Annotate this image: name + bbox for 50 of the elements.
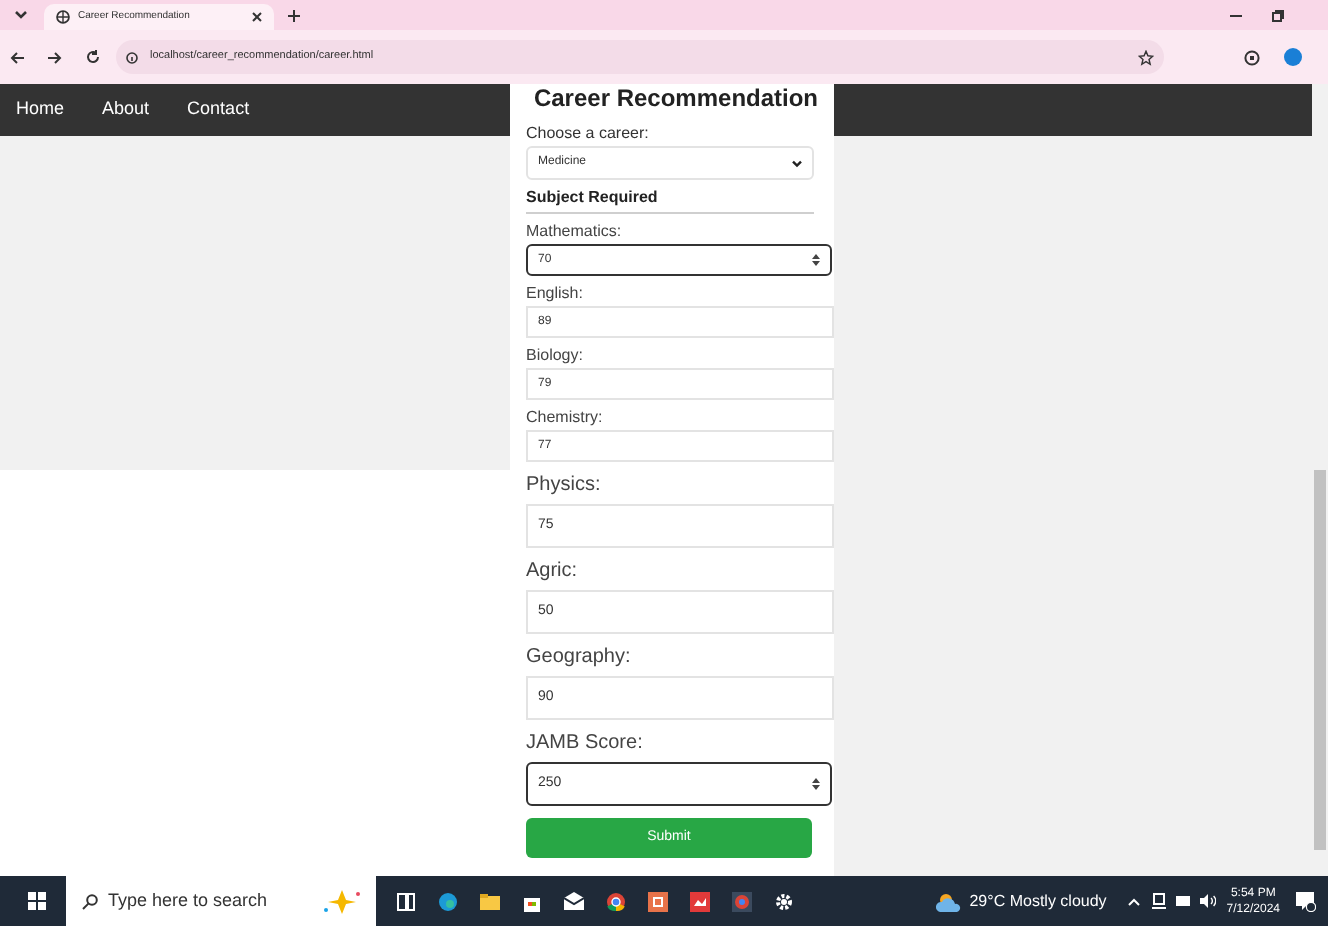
- mail-icon[interactable]: [564, 891, 584, 911]
- field-label: Geography:: [526, 646, 633, 670]
- nav-link[interactable]: About: [102, 96, 150, 124]
- globe-icon: [56, 10, 70, 24]
- edge-browser-icon[interactable]: [438, 891, 458, 911]
- field-label: Physics:: [526, 474, 603, 498]
- task-view-icon[interactable]: [396, 891, 416, 911]
- field-label: Choose a career:: [526, 124, 651, 144]
- settings-icon[interactable]: [774, 891, 794, 911]
- weather-cloud-icon[interactable]: [935, 891, 962, 911]
- app-tile-icon[interactable]: [690, 891, 710, 911]
- chevron-down-icon[interactable]: [14, 10, 28, 20]
- battery-icon[interactable]: [1176, 896, 1193, 906]
- minimize-icon[interactable]: [1230, 13, 1242, 17]
- folder-icon[interactable]: [480, 891, 500, 911]
- extensions-icon[interactable]: [1244, 49, 1260, 65]
- windows-start-icon[interactable]: [28, 892, 46, 910]
- reload-icon[interactable]: [86, 50, 100, 64]
- spinner-icon[interactable]: [812, 254, 820, 266]
- chrome-profile-icon[interactable]: [732, 891, 752, 911]
- chrome-icon[interactable]: [606, 891, 626, 911]
- info-icon[interactable]: [126, 51, 138, 63]
- nav-link[interactable]: Home: [16, 96, 65, 124]
- field-label: Biology:: [526, 346, 585, 366]
- dropdown-caret-icon: [792, 159, 802, 167]
- weather-text[interactable]: 29°C Mostly cloudy: [969, 889, 1107, 913]
- field-label: Mathematics:: [526, 222, 624, 242]
- field-label: English:: [526, 284, 585, 304]
- search-icon: [82, 893, 98, 909]
- notification-icon[interactable]: [1296, 891, 1316, 911]
- chevron-up-icon[interactable]: [1128, 897, 1141, 905]
- forward-icon[interactable]: [48, 51, 62, 63]
- taskbar-search-field[interactable]: Type here to search: [66, 876, 376, 926]
- section-heading: Subject Required: [526, 188, 660, 208]
- back-icon[interactable]: [10, 51, 24, 63]
- sparkle-icon: [320, 887, 364, 915]
- field-label: Agric:: [526, 560, 580, 584]
- field-label: Chemistry:: [526, 408, 605, 428]
- form-title: Career Recommendation: [531, 84, 821, 112]
- close-icon[interactable]: [252, 12, 262, 22]
- profile-avatar-icon[interactable]: [1284, 48, 1302, 66]
- field-label: JAMB Score:: [526, 732, 645, 756]
- app-tile-icon[interactable]: [648, 891, 668, 911]
- plus-icon[interactable]: [288, 9, 300, 21]
- nav-link[interactable]: Contact: [187, 96, 250, 124]
- restore-icon[interactable]: [1272, 9, 1284, 21]
- star-icon[interactable]: [1138, 49, 1154, 65]
- network-icon[interactable]: [1152, 892, 1167, 910]
- speaker-icon[interactable]: [1200, 894, 1217, 908]
- spinner-icon[interactable]: [812, 778, 820, 790]
